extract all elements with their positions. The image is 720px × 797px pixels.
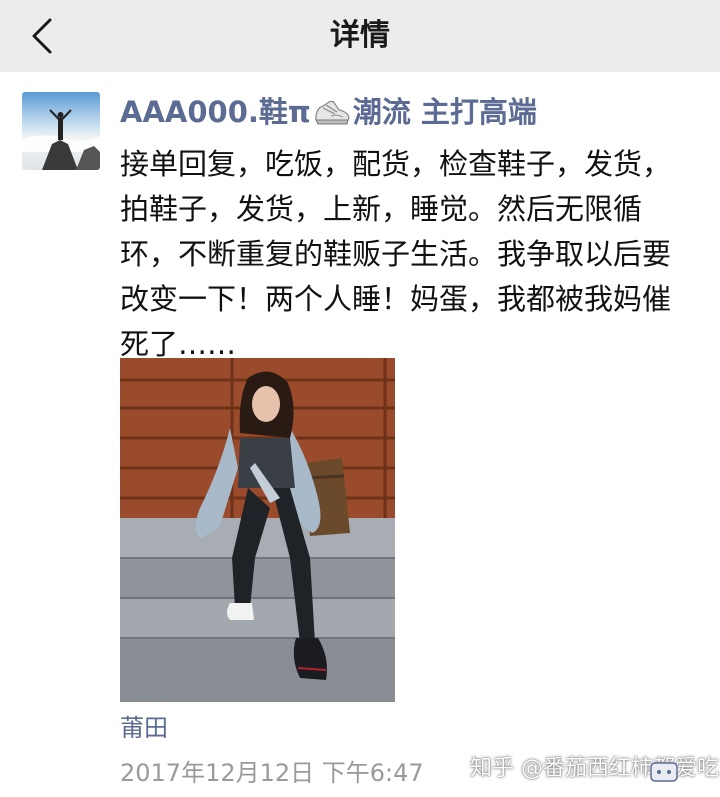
page-title: 详情 xyxy=(330,18,390,53)
comment-more-icon[interactable] xyxy=(650,760,678,784)
author-name-part2: 潮流 主打高端 xyxy=(352,95,537,129)
top-navigation-bar: 详情 xyxy=(0,0,720,72)
author-name[interactable]: AAA000.鞋π 潮流 主打高端 xyxy=(120,90,537,134)
sneaker-icon xyxy=(313,94,351,128)
post-photo[interactable] xyxy=(120,358,395,702)
post-timestamp: 2017年12月12日 下午6:47 xyxy=(120,759,424,787)
post-body-text: 接单回复，吃饭，配货，检查鞋子，发货，拍鞋子，发货，上新，睡觉。然后无限循环，不… xyxy=(120,147,672,361)
photo-image xyxy=(120,358,395,702)
watermark-text: 知乎 @番茄西红柿都爱吃 xyxy=(470,756,719,781)
avatar[interactable] xyxy=(22,92,100,170)
post-location[interactable]: 莆田 xyxy=(120,710,168,746)
avatar-image xyxy=(22,92,100,170)
author-name-part1: AAA000.鞋π xyxy=(120,95,311,129)
